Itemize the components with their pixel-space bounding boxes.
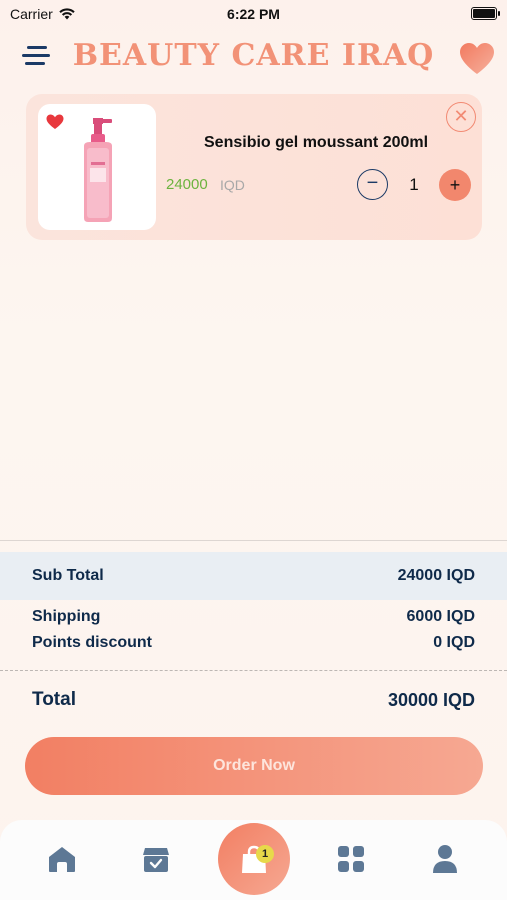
shipping-value: 6000 IQD	[406, 608, 475, 625]
divider	[0, 540, 507, 541]
favorite-heart-icon[interactable]	[46, 114, 64, 130]
bottom-tab-bar: 1	[0, 820, 507, 900]
home-icon[interactable]	[47, 844, 77, 874]
remove-item-button[interactable]: ✕	[446, 102, 476, 132]
subtotal-row: Sub Total 24000 IQD	[0, 552, 507, 600]
price-currency: IQD	[220, 177, 245, 193]
dashed-divider	[0, 670, 507, 671]
app-title: BEAUTY CARE IRAQ	[72, 38, 435, 73]
quantity-value: 1	[409, 175, 419, 194]
increase-quantity-button[interactable]: +	[439, 169, 471, 201]
total-value: 30000 IQD	[387, 690, 475, 710]
battery-icon	[471, 7, 500, 20]
product-image[interactable]	[38, 104, 156, 230]
points-discount-value: 0 IQD	[433, 634, 475, 651]
subtotal-value: 24000 IQD	[397, 567, 475, 584]
cart-tab[interactable]: 1	[218, 823, 290, 895]
decrease-quantity-button[interactable]: −	[357, 169, 388, 200]
cart-item: ✕ Sensibio gel moussant 200ml 24000 IQD …	[26, 94, 482, 240]
product-bottle-image	[84, 118, 112, 222]
order-now-button[interactable]: Order Now	[25, 737, 483, 795]
product-name: Sensibio gel moussant 200ml	[204, 134, 429, 151]
categories-grid-icon[interactable]	[336, 844, 366, 874]
profile-icon[interactable]	[430, 844, 460, 874]
product-price: 24000	[166, 176, 208, 193]
shipping-label: Shipping	[32, 608, 101, 625]
cart-count-badge: 1	[256, 845, 274, 863]
subtotal-label: Sub Total	[32, 567, 104, 584]
status-bar: Carrier 6:22 PM	[0, 0, 507, 28]
favorites-heart-icon[interactable]	[459, 42, 495, 76]
points-discount-label: Points discount	[32, 634, 152, 651]
clock: 6:22 PM	[227, 6, 280, 22]
orders-box-icon[interactable]	[141, 844, 171, 874]
total-label: Total	[32, 689, 76, 710]
